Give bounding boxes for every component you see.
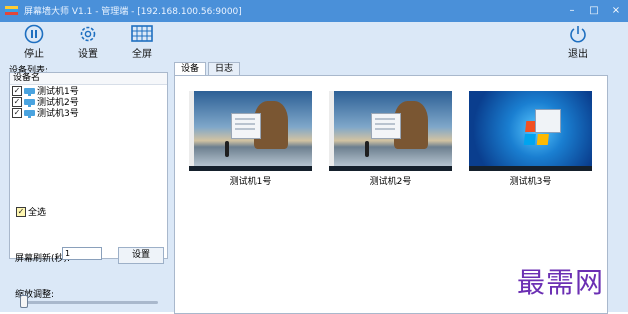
zoom-slider-track[interactable] bbox=[22, 301, 158, 304]
fullscreen-button[interactable]: 全屏 bbox=[122, 24, 162, 60]
device-row[interactable]: ✓ 测试机1号 bbox=[10, 85, 167, 97]
desktop-taskbar bbox=[469, 166, 592, 171]
monitor-icon bbox=[24, 87, 35, 96]
device-row[interactable]: ✓ 测试机2号 bbox=[10, 96, 167, 108]
device-row[interactable]: ✓ 测试机3号 bbox=[10, 107, 167, 119]
screen-caption: 测试机1号 bbox=[229, 177, 272, 187]
grid-screen-icon bbox=[131, 25, 153, 42]
monitor-icon bbox=[24, 109, 35, 118]
device-checkbox[interactable]: ✓ bbox=[12, 107, 22, 118]
refresh-set-button[interactable]: 设置 bbox=[118, 247, 164, 264]
exit-label: 退出 bbox=[568, 49, 588, 60]
title-bar: 屏幕墙大师 V1.1 - 管理端 - [192.168.100.56:9000]… bbox=[0, 0, 628, 22]
column-header-device-name[interactable]: 设备名 bbox=[10, 73, 167, 85]
select-all-checkbox[interactable]: ✓ 全选 bbox=[16, 205, 46, 218]
window-title: 屏幕墙大师 V1.1 - 管理端 - [192.168.100.56:9000] bbox=[24, 7, 242, 17]
zoom-slider-thumb[interactable] bbox=[20, 295, 28, 308]
device-checkbox[interactable]: ✓ bbox=[12, 96, 22, 107]
close-icon[interactable]: × bbox=[610, 5, 622, 17]
refresh-interval-input[interactable] bbox=[62, 247, 102, 260]
left-panel: 设备列表: 设备名 ✓ 测试机1号 ✓ 测试机2号 ✓ 测试机3号 ✓ 全选 屏… bbox=[0, 62, 170, 312]
settings-label: 设置 bbox=[78, 49, 98, 60]
remote-dialog bbox=[535, 109, 561, 133]
desktop-person bbox=[365, 141, 369, 157]
watermark-text: 最需网 bbox=[517, 266, 605, 299]
desktop-taskbar bbox=[329, 166, 452, 171]
settings-button[interactable]: 设置 bbox=[68, 24, 108, 60]
select-all-label: 全选 bbox=[28, 208, 47, 218]
screen-thumbnail[interactable]: 测试机1号 bbox=[189, 91, 312, 187]
tab-bar: 设备 日志 bbox=[174, 62, 242, 76]
screen-caption: 测试机2号 bbox=[369, 177, 412, 187]
device-tree[interactable]: 设备名 ✓ 测试机1号 ✓ 测试机2号 ✓ 测试机3号 bbox=[9, 72, 168, 259]
screen-thumbnail[interactable]: 测试机2号 bbox=[329, 91, 452, 187]
exit-button[interactable]: 退出 bbox=[558, 24, 598, 60]
app-logo-icon bbox=[5, 6, 18, 15]
pause-icon bbox=[24, 24, 44, 44]
screen-image bbox=[189, 91, 312, 171]
desktop-taskbar bbox=[189, 166, 312, 171]
power-icon bbox=[570, 26, 586, 43]
gear-icon bbox=[80, 26, 96, 42]
app-window: 屏幕墙大师 V1.1 - 管理端 - [192.168.100.56:9000]… bbox=[0, 0, 628, 314]
device-label: 测试机3号 bbox=[37, 109, 79, 119]
window-controls: – □ × bbox=[566, 3, 622, 19]
screen-thumbnail[interactable]: 测试机3号 bbox=[469, 91, 592, 187]
select-all-box[interactable]: ✓ bbox=[16, 206, 26, 217]
stop-button[interactable]: 停止 bbox=[14, 24, 54, 60]
minimize-icon[interactable]: – bbox=[566, 5, 578, 17]
desktop-icons bbox=[189, 91, 194, 166]
screen-image bbox=[469, 91, 592, 171]
screen-image bbox=[329, 91, 452, 171]
desktop-person bbox=[225, 141, 229, 157]
tab-logs[interactable]: 日志 bbox=[208, 62, 241, 75]
monitor-icon bbox=[24, 98, 35, 107]
remote-dialog bbox=[231, 113, 261, 139]
maximize-icon[interactable]: □ bbox=[588, 5, 600, 17]
fullscreen-label: 全屏 bbox=[132, 49, 152, 60]
stop-label: 停止 bbox=[24, 49, 44, 60]
desktop-icons bbox=[329, 91, 334, 166]
tab-devices[interactable]: 设备 bbox=[174, 62, 207, 76]
screen-caption: 测试机3号 bbox=[509, 177, 552, 187]
remote-dialog bbox=[371, 113, 401, 139]
device-checkbox[interactable]: ✓ bbox=[12, 85, 22, 96]
toolbar: 停止 设置 全屏 退出 bbox=[0, 22, 628, 62]
